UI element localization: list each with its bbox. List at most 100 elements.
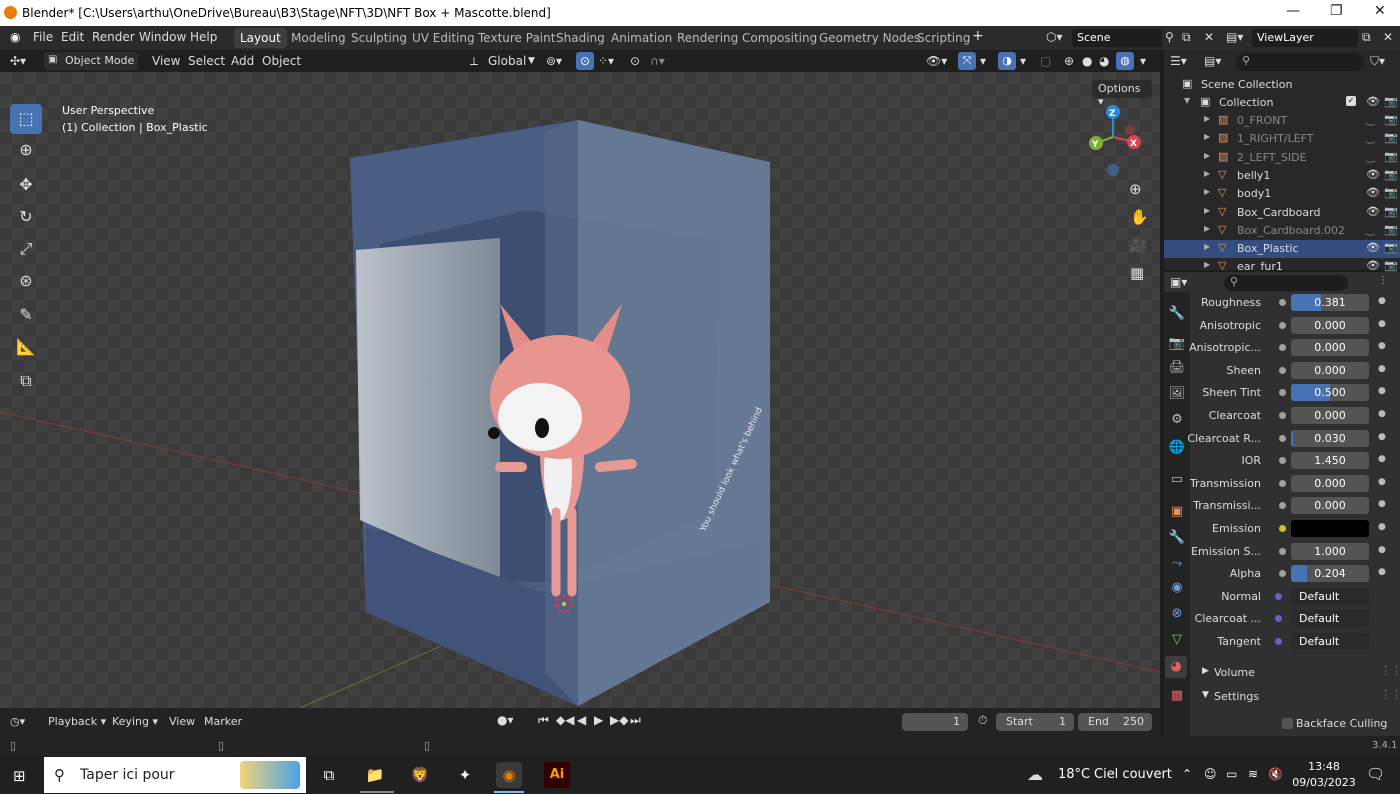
mode-dropdown[interactable]: ▣ Object Mode [44, 52, 138, 70]
tab-layout[interactable]: Layout [234, 28, 287, 48]
menu-keying[interactable]: Keying ▾ [112, 715, 158, 728]
expand-icon[interactable]: ▶ [1204, 260, 1210, 269]
socket-icon[interactable] [1279, 321, 1286, 329]
tool-tab-icon[interactable]: 🔧 [1167, 306, 1187, 326]
end-frame-field[interactable]: End 250 [1078, 713, 1152, 731]
windows-start-icon[interactable]: ⊞ [13, 767, 26, 785]
tab-geometry-nodes[interactable]: Geometry Nodes [813, 28, 926, 48]
property-slider[interactable]: 0.204 [1291, 565, 1369, 583]
chevron-down-icon[interactable]: ▾ [1140, 54, 1146, 68]
modifier-tab-icon[interactable]: 🔧 [1167, 530, 1187, 550]
wireframe-shading-icon[interactable]: ⊕ [1064, 54, 1074, 68]
socket-icon[interactable] [1279, 525, 1286, 532]
socket-icon[interactable] [1279, 344, 1286, 352]
3d-viewport[interactable]: You should look what's behind Z X Y Opti… [0, 72, 1160, 708]
play-reverse-icon[interactable]: ◀ [577, 713, 586, 727]
expand-icon[interactable]: ▶ [1204, 169, 1210, 178]
particles-tab-icon[interactable]: ⤳ [1167, 556, 1187, 576]
render-camera-icon[interactable]: 📷 [1384, 205, 1398, 218]
start-frame-field[interactable]: Start 1 [996, 713, 1074, 731]
move-tool-icon[interactable]: ✥ [10, 170, 42, 200]
expand-icon[interactable]: ▶ [1204, 224, 1210, 233]
properties-editor-icon[interactable]: ▣▾ [1170, 275, 1187, 289]
ortho-grid-icon[interactable]: ▦ [1130, 264, 1144, 282]
property-slider[interactable]: 0.000 [1291, 407, 1369, 424]
file-explorer-icon[interactable]: 📁 [362, 762, 388, 788]
eye-icon[interactable]: ‿ [1366, 113, 1375, 126]
outliner-editor-icon[interactable]: ☰▾ [1170, 54, 1187, 68]
menu-help[interactable]: Help [190, 30, 217, 44]
eye-icon[interactable]: 👁 [1366, 168, 1380, 181]
clock-date[interactable]: 09/03/2023 [1290, 776, 1358, 789]
socket-icon[interactable] [1279, 570, 1286, 578]
physics-tab-icon[interactable]: ◉ [1167, 580, 1187, 600]
socket-icon[interactable] [1279, 434, 1286, 442]
render-camera-icon[interactable]: 📷 [1384, 223, 1398, 236]
render-camera-icon[interactable]: 📷 [1384, 259, 1398, 272]
menu-window[interactable]: Window [139, 30, 186, 44]
snap-element-icon[interactable]: ⁘▾ [598, 54, 614, 68]
options-dropdown[interactable]: Options ▾ [1092, 80, 1152, 108]
eye-icon[interactable]: ‿ [1366, 131, 1375, 144]
socket-icon[interactable] [1279, 299, 1286, 306]
socket-icon[interactable] [1275, 615, 1282, 623]
display-mode-icon[interactable]: ▤▾ [1204, 54, 1221, 68]
add-cube-tool-icon[interactable]: ⧉ [10, 366, 42, 396]
menu-select[interactable]: Select [188, 54, 225, 68]
menu-view[interactable]: View [152, 54, 180, 68]
render-camera-icon[interactable]: 📷 [1384, 131, 1398, 144]
eye-icon[interactable]: ‿ [1366, 150, 1375, 163]
menu-playback[interactable]: Playback ▾ [48, 715, 106, 728]
socket-icon[interactable] [1279, 547, 1286, 555]
tab-scripting[interactable]: Scripting [911, 28, 976, 48]
filter-icon[interactable]: ⛉▾ [1370, 54, 1385, 69]
tab-modeling[interactable]: Modeling [285, 28, 352, 48]
keyframe-dot-icon[interactable]: ● [1378, 567, 1386, 577]
next-keyframe-icon[interactable]: ▶◆ [610, 713, 628, 727]
menu-object[interactable]: Object [262, 54, 301, 68]
socket-icon[interactable] [1279, 479, 1286, 487]
socket-icon[interactable] [1279, 389, 1286, 397]
render-camera-icon[interactable]: 📷 [1384, 113, 1398, 126]
remove-scene-icon[interactable]: ✕ [1204, 30, 1214, 44]
property-slider[interactable]: 0.030 [1291, 429, 1369, 447]
jump-start-icon[interactable]: ⏮ [538, 713, 549, 728]
output-tab-icon[interactable]: 🖨 [1167, 360, 1187, 380]
menu-file[interactable]: File [33, 30, 53, 44]
cursor-tool-icon[interactable]: ⊕ [10, 135, 42, 165]
section-settings[interactable]: ▼ Settings ⋮⋮ [1194, 686, 1400, 708]
expand-icon[interactable]: ▶ [1204, 187, 1210, 196]
properties-search-input[interactable]: ⚲ [1224, 275, 1348, 291]
collection-tab-icon[interactable]: ▭ [1167, 472, 1187, 492]
illustrator-icon[interactable]: Ai [544, 762, 570, 788]
view-layer-tab-icon[interactable]: 🖼 [1167, 386, 1187, 406]
outliner-row-scene-collection[interactable]: ▣ Scene Collection [1164, 76, 1400, 94]
eye-icon[interactable]: 👁 [1366, 259, 1380, 272]
tab-texture-paint[interactable]: Texture Paint [472, 28, 561, 48]
keyframe-dot-icon[interactable]: ● [1378, 454, 1386, 464]
data-tab-icon[interactable]: ▽ [1167, 632, 1187, 652]
property-slider[interactable]: 0.381 [1291, 294, 1369, 311]
socket-icon[interactable] [1279, 412, 1286, 419]
tray-battery-icon[interactable]: ▭ [1226, 767, 1237, 781]
outliner-row[interactable]: ▶ ▽ belly1 👁 📷 [1164, 167, 1400, 185]
zoom-icon[interactable]: ⊕ [1129, 180, 1142, 198]
overlays-toggle-icon[interactable]: ◑ [998, 52, 1016, 70]
section-volume[interactable]: ▶ Volume ⋮⋮ [1194, 662, 1400, 684]
new-viewlayer-icon[interactable]: ⧉ [1362, 30, 1371, 45]
record-icon[interactable]: ●▾ [497, 713, 514, 727]
render-camera-icon[interactable]: 📷 [1384, 241, 1398, 254]
socket-icon[interactable] [1279, 366, 1286, 374]
property-slider[interactable]: 0.000 [1291, 316, 1369, 334]
snap-toggle-icon[interactable]: ⊙ [576, 52, 594, 70]
app-icon[interactable]: ✦ [452, 762, 478, 788]
rotate-tool-icon[interactable]: ↻ [10, 202, 42, 232]
tray-chevron-up-icon[interactable]: ⌃ [1182, 767, 1192, 781]
eye-icon[interactable]: ‿ [1366, 223, 1375, 236]
constraints-tab-icon[interactable]: ⊗ [1167, 606, 1187, 626]
notification-icon[interactable]: 🗨 [1366, 765, 1385, 783]
eye-icon[interactable]: 👁 [1366, 95, 1380, 108]
viewlayer-selector-icon[interactable]: ▤▾ [1226, 30, 1243, 44]
tray-app-icon[interactable]: ☺ [1204, 767, 1217, 781]
annotate-tool-icon[interactable]: ✎ [10, 300, 42, 330]
